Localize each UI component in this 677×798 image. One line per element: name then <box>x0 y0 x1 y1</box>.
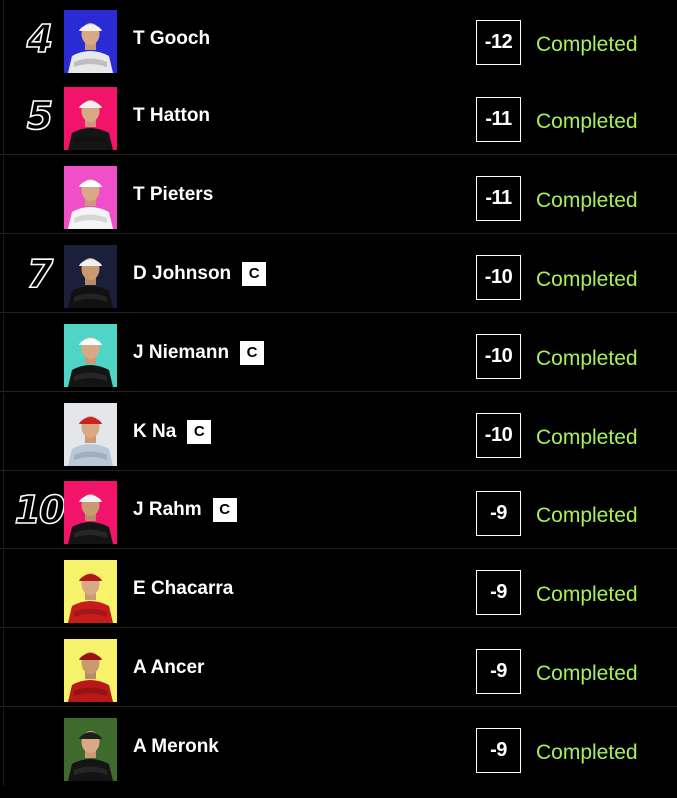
row-separator <box>0 548 677 549</box>
score-box: -9 <box>476 728 521 773</box>
position <box>6 629 72 707</box>
player-avatar[interactable] <box>64 10 117 73</box>
player-avatar[interactable] <box>64 324 117 387</box>
captain-badge: C <box>212 498 237 522</box>
player-name[interactable]: J Niemann C <box>133 314 265 392</box>
player-name[interactable]: T Pieters <box>133 156 213 234</box>
row-divider <box>3 235 4 313</box>
leaderboard-row[interactable]: 7 D Johnson C -10 Completed <box>0 235 677 313</box>
score-box: -9 <box>476 491 521 536</box>
player-avatar[interactable] <box>64 560 117 623</box>
score-box: -11 <box>476 176 521 221</box>
score-box: -10 <box>476 255 521 300</box>
position: 5 <box>26 93 54 139</box>
leaderboard-row[interactable]: 5 T Hatton -11 Completed <box>0 77 677 155</box>
row-separator <box>0 154 677 155</box>
player-avatar[interactable] <box>64 166 117 229</box>
captain-badge: C <box>242 262 267 286</box>
leaderboard-row[interactable]: 4 T Gooch -12 Completed <box>0 0 677 78</box>
row-separator <box>0 706 677 707</box>
player-name[interactable]: T Gooch <box>133 0 210 78</box>
leaderboard-row[interactable]: T Pieters -11 Completed <box>0 156 677 234</box>
row-divider <box>3 0 4 78</box>
position: 4 <box>26 16 54 62</box>
leaderboard-row[interactable]: A Meronk -9 Completed <box>0 708 677 786</box>
player-name[interactable]: K Na C <box>133 393 212 471</box>
player-avatar[interactable] <box>64 718 117 781</box>
player-name[interactable]: A Ancer <box>133 629 204 707</box>
row-separator <box>0 233 677 234</box>
player-name[interactable]: T Hatton <box>133 77 210 155</box>
row-separator <box>0 627 677 628</box>
leaderboard-row[interactable]: E Chacarra -9 Completed <box>0 550 677 628</box>
row-divider <box>3 393 4 471</box>
row-divider <box>3 314 4 392</box>
row-divider <box>3 629 4 707</box>
player-name[interactable]: E Chacarra <box>133 550 233 628</box>
score-box: -10 <box>476 334 521 379</box>
row-divider <box>3 77 4 155</box>
player-avatar[interactable] <box>64 245 117 308</box>
leaderboard-row[interactable]: 10 J Rahm C -9 Completed <box>0 471 677 549</box>
position: 10 <box>14 487 66 533</box>
player-avatar[interactable] <box>64 87 117 150</box>
score-box: -12 <box>476 20 521 65</box>
player-name[interactable]: D Johnson C <box>133 235 267 313</box>
score-box: -10 <box>476 413 521 458</box>
score-box: -9 <box>476 649 521 694</box>
position <box>6 550 72 628</box>
row-divider <box>3 550 4 628</box>
position <box>6 314 72 392</box>
leaderboard-row[interactable]: K Na C -10 Completed <box>0 393 677 471</box>
captain-badge: C <box>240 341 265 365</box>
position <box>6 708 72 786</box>
leaderboard: 4 T Gooch -12 Completed 5 T Hatton -11 C… <box>0 0 677 793</box>
position <box>6 156 72 234</box>
player-name[interactable]: A Meronk <box>133 708 219 786</box>
status-text: Completed <box>536 741 638 764</box>
captain-badge: C <box>187 420 212 444</box>
player-name[interactable]: J Rahm C <box>133 471 237 549</box>
score-box: -11 <box>476 97 521 142</box>
row-divider <box>3 708 4 786</box>
player-avatar[interactable] <box>64 481 117 544</box>
position <box>6 393 72 471</box>
leaderboard-row[interactable]: J Niemann C -10 Completed <box>0 314 677 392</box>
row-separator <box>0 312 677 313</box>
player-avatar[interactable] <box>64 639 117 702</box>
position: 7 <box>26 251 54 297</box>
row-divider <box>3 156 4 234</box>
score-box: -9 <box>476 570 521 615</box>
leaderboard-row[interactable]: A Ancer -9 Completed <box>0 629 677 707</box>
row-divider <box>3 471 4 549</box>
row-separator <box>0 391 677 392</box>
player-avatar[interactable] <box>64 403 117 466</box>
